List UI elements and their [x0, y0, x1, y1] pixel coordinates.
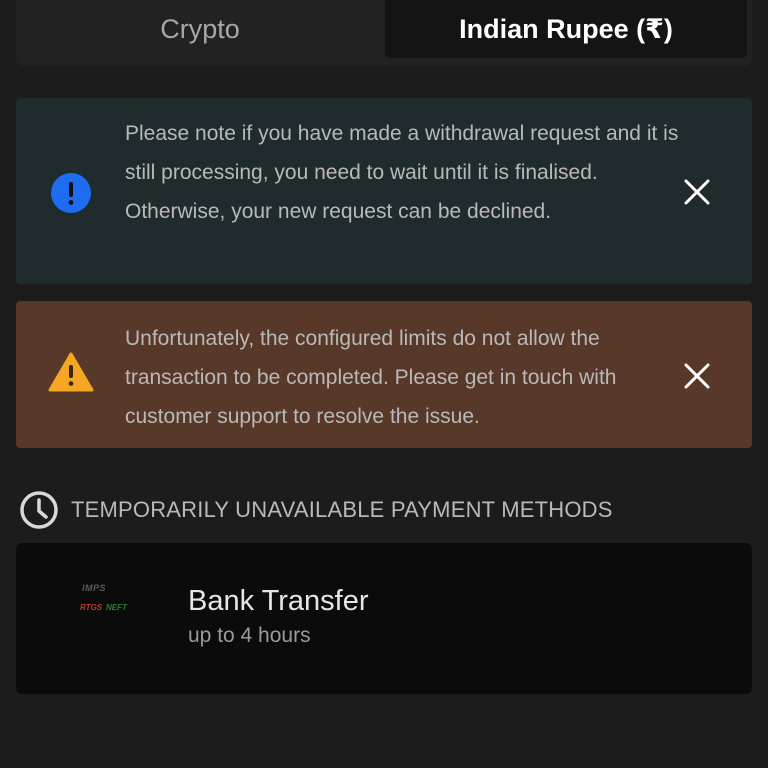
bank-transfer-logo: IMPS RTGS NEFT: [74, 583, 134, 615]
info-icon: [51, 173, 91, 213]
section-title: TEMPORARILY UNAVAILABLE PAYMENT METHODS: [71, 497, 613, 522]
payment-method-bank-transfer[interactable]: IMPS RTGS NEFT Bank Transfer up to 4 hou…: [16, 543, 752, 694]
payment-method-name: Bank Transfer: [188, 585, 369, 617]
warning-icon: [48, 351, 94, 393]
info-alert: Please note if you have made a withdrawa…: [16, 98, 752, 284]
close-icon[interactable]: [680, 359, 714, 393]
unavailable-methods-header: TEMPORARILY UNAVAILABLE PAYMENT METHODS: [19, 490, 613, 530]
withdrawal-page: Crypto Indian Rupee (₹) Please note if y…: [0, 0, 768, 768]
tab-indian-rupee[interactable]: Indian Rupee (₹): [385, 0, 747, 58]
tab-crypto[interactable]: Crypto: [16, 0, 384, 58]
close-icon[interactable]: [680, 175, 714, 209]
info-alert-text: Please note if you have made a withdrawa…: [125, 122, 679, 223]
payment-method-time: up to 4 hours: [188, 624, 311, 647]
logo-rtgs: RTGS: [80, 603, 103, 612]
currency-tabs: Crypto Indian Rupee (₹): [16, 0, 752, 66]
warning-alert: Unfortunately, the configured limits do …: [16, 301, 752, 448]
logo-neft: NEFT: [106, 603, 127, 612]
logo-imps: IMPS: [82, 583, 107, 593]
clock-icon: [20, 491, 58, 529]
warning-alert-text: Unfortunately, the configured limits do …: [125, 327, 617, 428]
